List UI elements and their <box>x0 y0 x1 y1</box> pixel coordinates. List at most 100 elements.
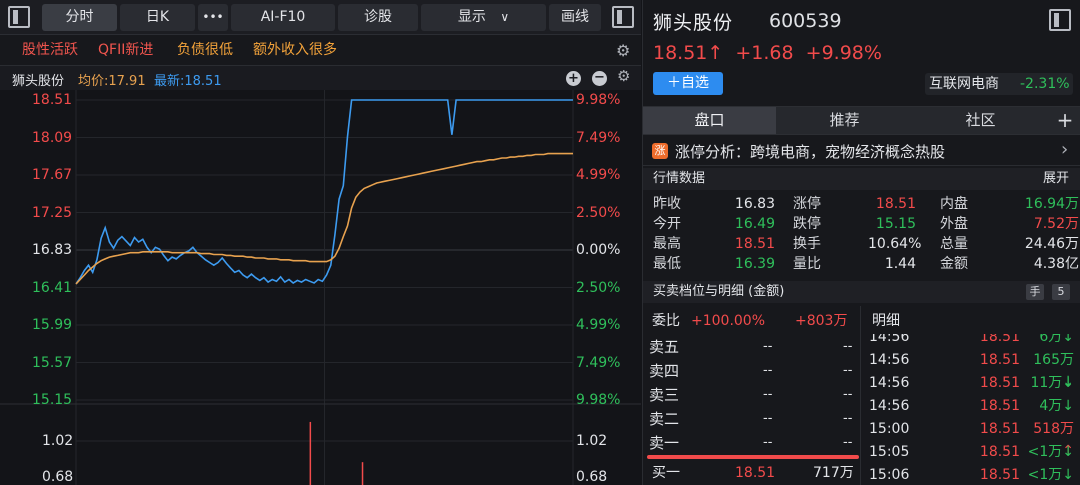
add-tab-button[interactable]: + <box>1049 107 1080 134</box>
sector-badge[interactable]: 互联网电商 -2.31% <box>925 73 1073 95</box>
quote-section-header: 行情数据 展开 <box>643 168 1080 190</box>
ask-volume: -- <box>843 435 853 450</box>
ask-price: -- <box>763 339 773 354</box>
tab-community[interactable]: 社区 <box>913 107 1048 134</box>
ask-label: 卖三 <box>649 386 680 404</box>
depth-level-toggle[interactable]: 5 <box>1052 284 1070 300</box>
trade-row: 14:56 18.51 11万↓ <box>862 372 1080 394</box>
trade-price: 18.51 <box>979 421 1020 437</box>
quote-value: 16.94万 <box>1024 196 1079 212</box>
latest-price-label: 最新:18.51 <box>154 74 222 89</box>
expand-button[interactable]: 展开 <box>1043 168 1069 190</box>
gear-icon[interactable]: ⚙ <box>616 41 630 60</box>
chart-stock-name: 狮头股份 <box>12 74 65 89</box>
percent-tick: 7.49% <box>576 354 621 371</box>
trade-price: 18.51 <box>979 467 1020 483</box>
quote-value: 16.49 <box>734 216 775 232</box>
display-label: 显示 <box>457 9 486 25</box>
quote-value: 4.38亿 <box>1033 256 1079 272</box>
sector-name: 互联网电商 <box>929 76 999 92</box>
app-window: 分时 日K ••• AI-F10 诊股 显示 ∨ 画线 股性活跃 QFII新进 … <box>0 0 1080 485</box>
quote-label: 量比 <box>793 256 821 272</box>
percent-tick: 9.98% <box>576 92 621 108</box>
bid1-label: 买一 <box>652 465 680 481</box>
trade-volume: 4万↓ <box>1039 398 1074 414</box>
price-change: +1.68 <box>735 42 794 64</box>
trade-volume: 6万↓ <box>1039 334 1074 345</box>
zoom-in-icon[interactable]: + <box>566 71 581 86</box>
panel-toggle-icon[interactable] <box>8 6 30 28</box>
stock-code: 600539 <box>769 10 842 32</box>
intraday-chart[interactable]: 18.51 18.09 17.67 17.25 16.83 16.41 15.99 15.57… <box>0 90 641 485</box>
trade-row: 14:56 18.51 165万↓ <box>862 349 1080 390</box>
percent-tick: 4.99% <box>576 167 621 183</box>
ask-volume: -- <box>843 387 853 402</box>
chart-panel: 分时 日K ••• AI-F10 诊股 显示 ∨ 画线 股性活跃 QFII新进 … <box>0 0 641 485</box>
ask-price: -- <box>763 435 773 450</box>
chart-svg <box>0 90 641 485</box>
expand-window-icon[interactable] <box>1049 9 1071 31</box>
quote-label: 外盘 <box>940 216 968 232</box>
detail-title: 明细 <box>872 313 900 329</box>
draw-line-button[interactable]: 画线 <box>549 4 601 31</box>
trade-time: 14:56 <box>869 352 910 368</box>
display-dropdown[interactable]: 显示 ∨ <box>421 4 546 31</box>
tag-active[interactable]: 股性活跃 <box>22 41 78 59</box>
orderbook-section-title: 买卖档位与明细 (金额) <box>653 284 785 299</box>
diagnose-button[interactable]: 诊股 <box>338 4 418 31</box>
volume-tick: 1.02 <box>576 433 608 449</box>
unit-hand-toggle[interactable]: 手 <box>1026 284 1044 300</box>
quote-label: 涨停 <box>793 196 821 212</box>
ratio-label: 委比 <box>652 313 680 329</box>
limit-up-icon: 涨 <box>652 143 668 159</box>
chart-toolbar: 分时 日K ••• AI-F10 诊股 显示 ∨ 画线 <box>0 0 641 35</box>
quote-value: 1.44 <box>884 256 916 272</box>
more-button[interactable]: ••• <box>198 4 228 31</box>
quote-value: 18.51 <box>875 196 916 212</box>
ask-volume: -- <box>843 411 853 426</box>
ratio-amount: +803万 <box>795 313 848 329</box>
quote-value: 7.52万 <box>1033 216 1079 232</box>
ask-price: -- <box>763 387 773 402</box>
chevron-right-icon: › <box>1061 139 1069 160</box>
quote-label: 昨收 <box>653 196 681 212</box>
tab-intraday[interactable]: 分时 <box>42 4 117 31</box>
trade-time: 14:56 <box>869 334 910 345</box>
trade-price: 18.51 <box>979 334 1020 345</box>
tab-orderbook[interactable]: 盘口 <box>643 107 776 134</box>
trade-row: 15:00 18.51 518万↑ <box>862 418 1080 459</box>
ask-label: 卖二 <box>649 410 680 428</box>
trade-time: 14:56 <box>869 375 910 391</box>
trade-time: 15:05 <box>869 444 910 460</box>
ask-label: 卖五 <box>649 338 680 356</box>
stock-tags: 股性活跃 QFII新进 负债很低 额外收入很多 ⚙ <box>0 35 641 66</box>
ask-price: -- <box>763 363 773 378</box>
tab-recommend[interactable]: 推荐 <box>777 107 912 134</box>
bid-ask-divider <box>647 455 859 459</box>
percent-tick: 9.98% <box>576 392 621 408</box>
quote-label: 总量 <box>940 236 968 252</box>
trade-time: 15:06 <box>869 467 910 483</box>
tab-daily-k[interactable]: 日K <box>120 4 195 31</box>
tag-low-debt[interactable]: 负债很低 <box>177 41 233 59</box>
chart-settings-icon[interactable]: ⚙ <box>617 67 630 85</box>
last-price: 18.51↑ <box>653 42 724 64</box>
quote-panel: 狮头股份 600539 18.51↑ +1.68 +9.98% ＋自选 互联网电… <box>642 0 1080 485</box>
quote-value: 18.51 <box>734 236 775 252</box>
zoom-out-icon[interactable]: − <box>592 71 607 86</box>
price-tick: 17.67 <box>32 167 73 183</box>
trade-list: 14:56 18.51 6万↓ 14:56 18.51 165万↓ 14:56 18.51 11… <box>862 334 1080 485</box>
price-tick: 15.99 <box>32 317 73 333</box>
collapse-panel-icon[interactable] <box>612 6 634 28</box>
trade-row: 15:06 18.51 <1万↓ <box>862 464 1080 485</box>
panel-tabs: 盘口 推荐 社区 + <box>643 106 1080 135</box>
quote-label: 金额 <box>940 256 968 272</box>
limit-up-analysis[interactable]: 涨 涨停分析：跨境电商，宠物经济概念热股 › <box>643 136 1080 166</box>
tag-qfii[interactable]: QFII新进 <box>98 41 153 59</box>
add-watchlist-button[interactable]: ＋自选 <box>653 72 723 95</box>
limit-up-text: 涨停分析：跨境电商，宠物经济概念热股 <box>675 143 946 161</box>
trade-time: 14:56 <box>869 398 910 414</box>
ai-f10-button[interactable]: AI-F10 <box>231 4 335 31</box>
quote-section-title: 行情数据 <box>653 171 706 186</box>
tag-extra-income[interactable]: 额外收入很多 <box>253 41 337 59</box>
